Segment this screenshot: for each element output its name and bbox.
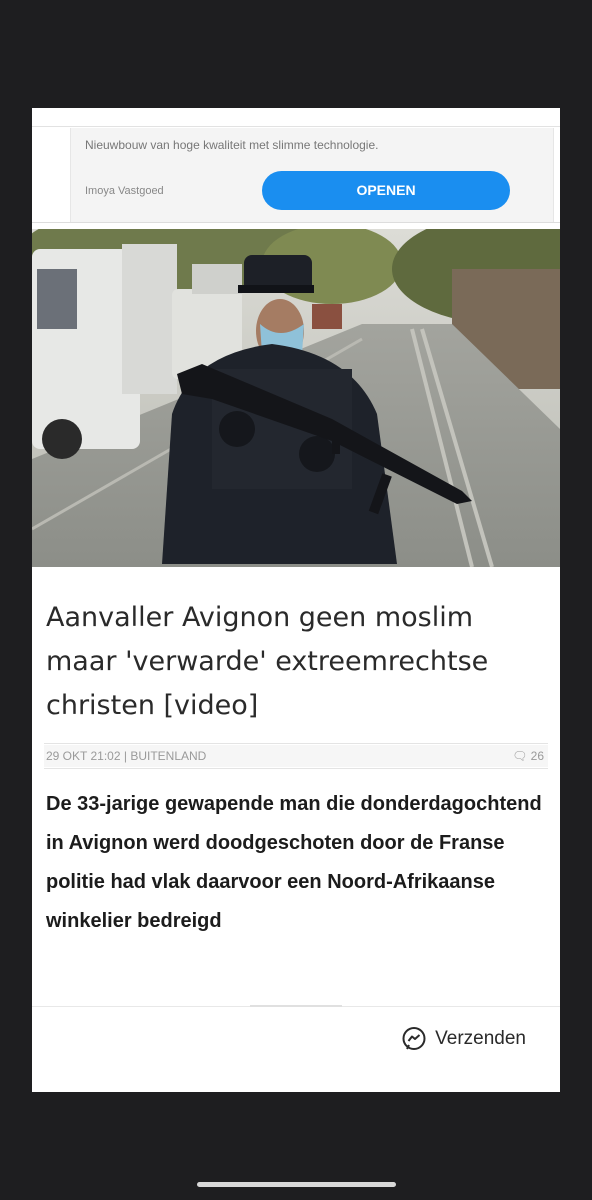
article-lead: De 33-jarige gewapende man die donderdag… bbox=[46, 793, 542, 932]
divider-mark bbox=[250, 1005, 342, 1007]
meta-separator: | bbox=[123, 749, 127, 763]
ad-divider bbox=[32, 222, 560, 223]
article-photo[interactable]: f ✆ 🐦 bbox=[32, 229, 560, 567]
article-meta: 29 OKT 21:02 | BUITENLAND 🗨 26 bbox=[44, 745, 548, 767]
send-label: Verzenden bbox=[435, 1028, 526, 1049]
messenger-icon bbox=[402, 1027, 426, 1050]
meta-top-divider bbox=[44, 743, 548, 744]
article-date: 29 OKT 21:02 bbox=[46, 749, 121, 763]
comment-count-value: 26 bbox=[530, 749, 544, 763]
article-category[interactable]: BUITENLAND bbox=[130, 749, 206, 763]
meta-bottom-divider bbox=[44, 768, 548, 769]
article-screen: Nieuwbouw van hoge kwaliteit met slimme … bbox=[32, 108, 560, 1092]
ad-brand: Imoya Vastgoed bbox=[85, 185, 164, 197]
ad-banner[interactable]: Nieuwbouw van hoge kwaliteit met slimme … bbox=[70, 128, 554, 222]
police-officer-photo bbox=[32, 229, 560, 567]
open-button[interactable]: OPENEN bbox=[262, 171, 510, 210]
comment-count[interactable]: 🗨 26 bbox=[512, 745, 544, 767]
ad-text: Nieuwbouw van hoge kwaliteit met slimme … bbox=[85, 138, 379, 152]
article-headline[interactable]: Aanvaller Avignon geen moslim maar 'verw… bbox=[46, 596, 551, 728]
home-indicator[interactable] bbox=[197, 1182, 396, 1187]
send-button[interactable]: Verzenden bbox=[401, 1026, 526, 1052]
comment-icon: 🗨 bbox=[512, 749, 528, 763]
top-divider bbox=[32, 126, 560, 127]
